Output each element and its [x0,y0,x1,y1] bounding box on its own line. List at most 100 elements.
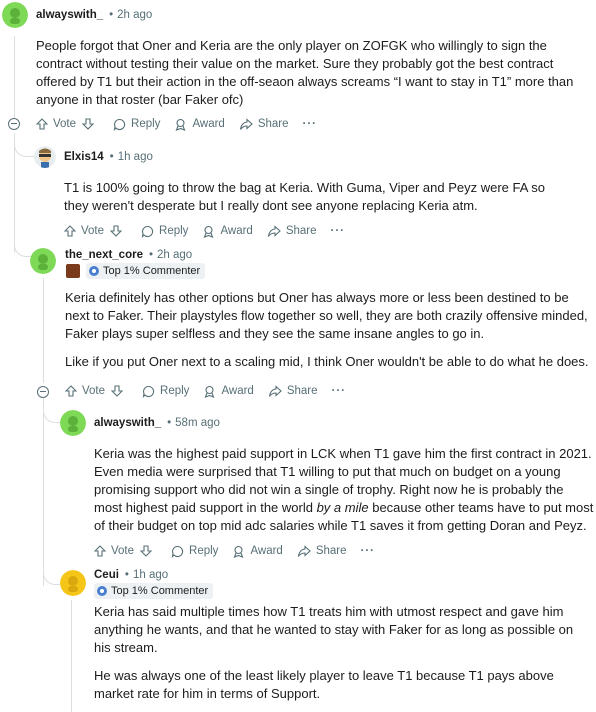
vote-label: Vote [82,385,106,397]
arrow-up-icon[interactable] [94,545,106,557]
avatar-icon [60,410,86,436]
share-button[interactable]: Share [239,117,289,131]
timestamp: 1h ago [117,151,153,163]
avatar[interactable] [34,146,56,168]
username[interactable]: the_next_core [65,249,143,261]
more-icon[interactable]: ··· [303,118,318,130]
award-button[interactable]: Award [232,545,283,558]
action-bar: Vote Reply Award Share ··· [36,114,331,134]
share-button[interactable]: Share [268,384,318,398]
vote-control: Vote [65,385,128,397]
comment-paragraph: He was always one of the least likely pl… [94,668,554,701]
comment-body: Keria was the highest paid support in LC… [94,445,594,535]
more-icon[interactable]: ··· [361,545,376,557]
vote-label: Vote [53,118,77,130]
award-label: Award [221,385,254,397]
thread-line [43,278,44,383]
timestamp: 58m ago [175,417,220,429]
reply-button[interactable]: Reply [142,385,189,398]
reply-label: Reply [189,545,219,557]
comment-body: People forgot that Oner and Keria are th… [36,37,584,109]
award-ribbon-icon [175,118,186,131]
award-label: Award [192,118,225,130]
comment-meta: alwayswith_ • 58m ago [94,417,220,429]
reply-button[interactable]: Reply [113,118,160,131]
share-label: Share [286,385,318,397]
comment-meta: Elxis14 • 1h ago [64,151,153,163]
username[interactable]: alwayswith_ [94,417,161,429]
share-label: Share [285,225,317,237]
award-label: Award [250,545,283,557]
award-button[interactable]: Award [203,385,254,398]
arrow-down-icon[interactable] [82,118,95,130]
more-icon[interactable]: ··· [331,225,346,237]
collapse-icon[interactable] [37,386,49,398]
share-label: Share [257,118,289,130]
comment-meta: the_next_core • 2h ago [65,249,192,261]
reply-button[interactable]: Reply [141,225,188,238]
avatar-icon [30,248,56,274]
share-button[interactable]: Share [297,544,347,558]
share-arrow-icon [267,224,281,237]
arrow-down-icon[interactable] [111,385,124,397]
meta-separator: • [109,9,114,21]
username[interactable]: Elxis14 [64,151,104,163]
avatar[interactable] [60,570,86,596]
award-button[interactable]: Award [202,225,253,238]
share-arrow-icon [268,384,282,397]
reply-button[interactable]: Reply [171,545,218,558]
status-badge: Top 1% Commenter [86,263,206,279]
thread-line [71,600,72,712]
reply-label: Reply [159,225,189,237]
comment-paragraph: Keria has said multiple times how T1 tre… [94,604,574,655]
reply-bubble-icon [142,385,155,398]
vote-control: Vote [36,118,99,130]
badge-icon [89,266,99,276]
vote-control: Vote [94,545,157,557]
user-flair [66,264,80,278]
comment-paragraph: Like if you put Oner next to a scaling m… [65,354,589,369]
avatar-icon [34,146,56,168]
avatar-icon [60,570,86,596]
share-button[interactable]: Share [267,224,317,238]
arrow-up-icon[interactable] [64,225,76,237]
username[interactable]: alwayswith_ [36,9,103,21]
collapse-icon[interactable] [8,118,20,130]
share-arrow-icon [239,117,253,130]
avatar[interactable] [30,248,56,274]
reply-bubble-icon [141,225,154,238]
comment-body: Keria definitely has other options but O… [65,289,593,371]
arrow-up-icon[interactable] [65,385,77,397]
award-ribbon-icon [203,225,214,238]
reply-label: Reply [131,118,161,130]
meta-separator: • [148,249,154,261]
action-bar: Vote Reply Award Share ··· [64,221,359,241]
comment-paragraph: Keria was the highest paid support in LC… [94,445,594,535]
arrow-up-icon[interactable] [36,118,48,130]
reply-label: Reply [160,385,190,397]
meta-separator: • [167,417,172,429]
thread-line [14,36,15,120]
arrow-down-icon[interactable] [110,225,123,237]
vote-control: Vote [64,225,127,237]
comment-paragraph: People forgot that Oner and Keria are th… [36,38,574,107]
badge-label: Top 1% Commenter [103,265,201,277]
more-icon[interactable]: ··· [332,385,347,397]
badge-icon [97,586,107,596]
comment-paragraph: Keria definitely has other options but O… [65,290,588,341]
meta-separator: • [124,569,129,581]
badge-label: Top 1% Commenter [111,585,209,597]
comment-meta: alwayswith_ • 2h ago [36,9,152,21]
avatar[interactable] [2,2,28,28]
username[interactable]: Ceui [94,569,119,581]
share-arrow-icon [297,544,311,557]
arrow-down-icon[interactable] [140,545,153,557]
avatar[interactable] [60,410,86,436]
timestamp: 2h ago [157,249,193,261]
award-button[interactable]: Award [174,118,225,131]
status-badge: Top 1% Commenter [94,583,214,599]
award-ribbon-icon [233,545,244,558]
vote-label: Vote [81,225,105,237]
award-label: Award [220,225,253,237]
comment-meta: Ceui • 1h ago [94,569,168,581]
